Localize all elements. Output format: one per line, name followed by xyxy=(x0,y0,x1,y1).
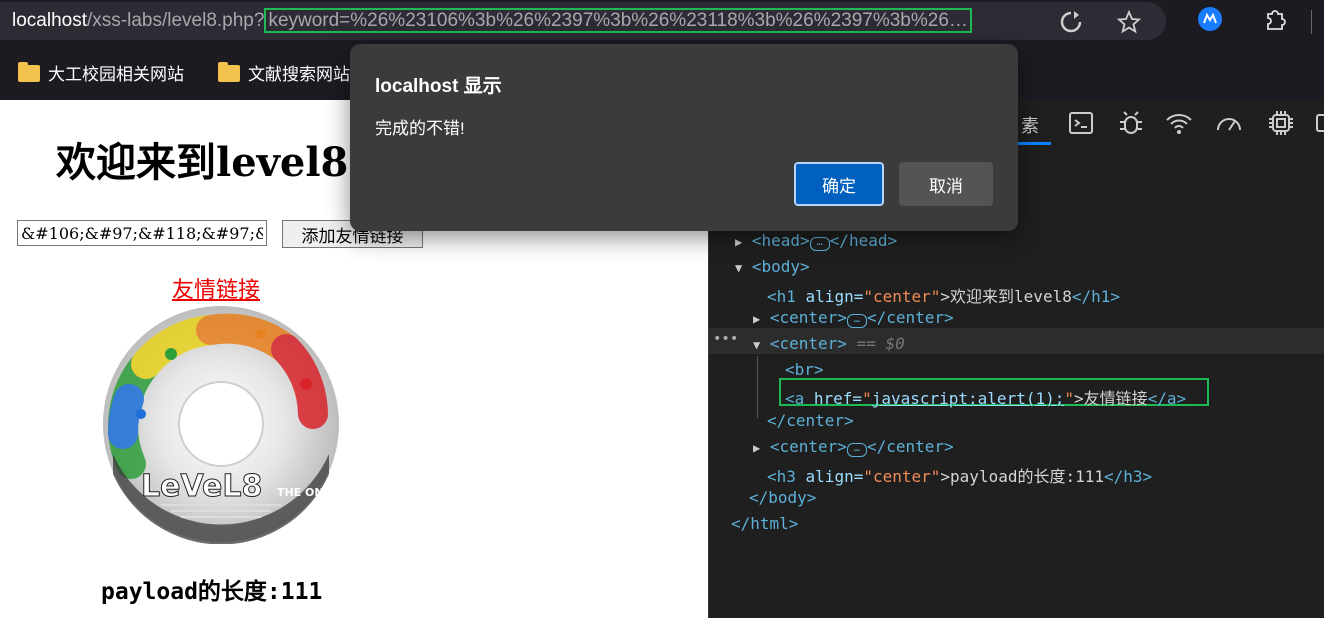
extensions-puzzle-icon[interactable] xyxy=(1262,6,1288,32)
dom-line-center-2[interactable]: ▶ <center>… </center> xyxy=(753,437,954,457)
collapsed-ellipsis: … xyxy=(809,237,830,251)
dom-line-body[interactable]: ▼ <body> xyxy=(735,257,810,276)
cd-sublabel-text: THE ONE xyxy=(277,486,331,499)
collapsed-ellipsis: … xyxy=(846,314,867,328)
folder-icon xyxy=(18,62,40,82)
dialog-message: 完成的不错! xyxy=(375,119,465,138)
more-actions-dots[interactable]: ••• xyxy=(713,331,738,347)
ok-button[interactable]: 确定 xyxy=(794,162,884,206)
url-path: /xss-labs/level8.php? xyxy=(87,10,265,31)
dom-line-center-1[interactable]: ▶ <center>… </center> xyxy=(753,308,954,328)
address-bar[interactable]: localhost/xss-labs/level8.php? keyword=%2… xyxy=(0,2,1166,40)
extension-badge-icon[interactable] xyxy=(1197,6,1223,32)
cd-level-text: LeVeL8 xyxy=(141,469,262,504)
bug-icon[interactable] xyxy=(1116,108,1146,138)
bookmark-label: 大工校园相关网站 xyxy=(48,65,184,84)
dom-line-head[interactable]: ▶ <head>… </head> xyxy=(735,231,897,251)
javascript-href-link: javascript:alert(1); xyxy=(871,389,1065,408)
dom-line-h1[interactable]: <h1 align="center">欢迎来到level8</h1> xyxy=(767,283,1120,307)
memory-chip-icon[interactable] xyxy=(1266,108,1296,138)
collapsed-ellipsis: … xyxy=(846,443,867,457)
cancel-button[interactable]: 取消 xyxy=(899,162,993,206)
friend-link[interactable]: 友情链接 xyxy=(172,272,260,304)
alert-dialog: localhost 显示 完成的不错! 确定 取消 xyxy=(350,44,1018,231)
level8-cd-image: LeVeL8 THE ONE xyxy=(103,306,339,544)
page-title: 欢迎来到level8 xyxy=(56,139,349,186)
tab-elements[interactable]: 素 xyxy=(1021,112,1039,138)
url-host: localhost xyxy=(12,10,87,31)
bookmark-folder-literature[interactable]: 文献搜索网站 xyxy=(218,60,350,85)
performance-gauge-icon[interactable] xyxy=(1214,108,1244,138)
network-wifi-icon[interactable] xyxy=(1164,108,1194,138)
bookmark-folder-campus[interactable]: 大工校园相关网站 xyxy=(18,60,184,85)
toolbar-divider xyxy=(1311,10,1312,34)
dom-line-center-selected[interactable]: ▼ <center> == $0 xyxy=(753,334,905,353)
folder-icon xyxy=(218,62,240,82)
payload-length-heading: payload的长度:111 xyxy=(101,579,323,605)
url-query: keyword=%26%23106%3b%26%2397%3b%26%23118… xyxy=(264,8,972,33)
keyword-input[interactable] xyxy=(17,220,267,246)
dom-line-h3[interactable]: <h3 align="center">payload的长度:111</h3> xyxy=(767,463,1152,487)
dom-line-html-close[interactable]: </html> xyxy=(731,514,798,533)
browser-toolbar: localhost/xss-labs/level8.php? keyword=%2… xyxy=(0,0,1324,44)
tree-guide-line xyxy=(757,356,758,418)
favorite-star-icon[interactable] xyxy=(1116,9,1142,35)
dom-line-center-close[interactable]: </center> xyxy=(767,411,854,430)
dom-line-body-close[interactable]: </body> xyxy=(749,488,816,507)
dialog-title: localhost 显示 xyxy=(375,76,502,97)
url-text[interactable]: localhost/xss-labs/level8.php? keyword=%2… xyxy=(12,8,972,33)
refresh-icon[interactable] xyxy=(1058,9,1084,35)
bookmark-label: 文献搜索网站 xyxy=(248,65,350,84)
more-tools-icon[interactable] xyxy=(1311,108,1324,138)
dom-line-br[interactable]: <br> xyxy=(785,360,824,379)
console-icon[interactable] xyxy=(1066,108,1096,138)
dom-line-anchor[interactable]: <a href="javascript:alert(1);">友情链接</a> xyxy=(785,385,1186,409)
